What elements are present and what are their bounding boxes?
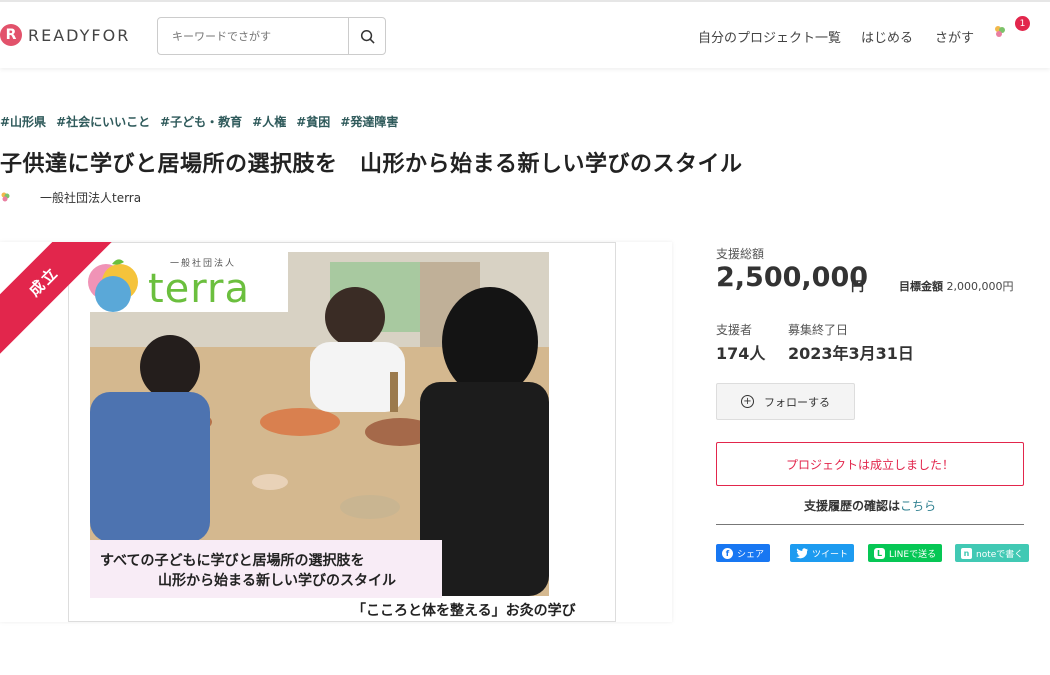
line-share-button[interactable]: L LINEで送る [868, 544, 943, 562]
project-visual: 成立 一般社団法人 terra すべての子どもに学びと居場所の選択肢を 山形から… [0, 242, 672, 622]
follow-button[interactable]: + フォローする [716, 383, 855, 420]
project-success-message: プロジェクトは成立しました！ [716, 442, 1024, 486]
nav-my-projects[interactable]: 自分のプロジェクト一覧 [698, 27, 841, 46]
deadline-date: 2023年3月31日 [788, 344, 914, 363]
search-box [157, 17, 386, 55]
tag-education[interactable]: #子ども・教育 [160, 113, 242, 130]
goal-value: 2,000,000円 [946, 280, 1014, 293]
site-header: R READYFOR 自分のプロジェクト一覧 はじめる さがす 1 [0, 0, 1050, 68]
divider [716, 524, 1024, 525]
photo-caption-box: すべての子どもに学びと居場所の選択肢を 山形から始まる新しい学びのスタイル [90, 540, 442, 598]
twitter-share-button[interactable]: ツイート [790, 544, 855, 562]
total-amount: 2,500,000 [716, 262, 869, 293]
facebook-share-button[interactable]: f シェア [716, 544, 771, 562]
tag-poverty[interactable]: #貧困 [296, 113, 330, 130]
total-label: 支援総額 [716, 247, 765, 261]
twitter-share-label: ツイート [812, 549, 849, 560]
deadline-label: 募集終了日 [788, 323, 849, 337]
goal-label: 目標金額 [899, 280, 943, 293]
history-link[interactable]: こちら [900, 499, 936, 513]
note-share-label: noteで書く [976, 549, 1024, 560]
twitter-bird-icon [796, 547, 808, 558]
history-text: 支援履歴の確認は [803, 499, 900, 513]
terra-logo-icon [88, 259, 138, 312]
support-history: 支援履歴の確認はこちら [716, 497, 1024, 514]
readyfor-logo-mark-icon: R [0, 24, 22, 46]
tag-developmental-disability[interactable]: #発達障害 [340, 113, 398, 130]
tag-human-rights[interactable]: #人権 [252, 113, 286, 130]
caption-line-2: 山形から始まる新しい学びのスタイル [158, 573, 396, 589]
caption-line-1: すべての子どもに学びと居場所の選択肢を [100, 553, 365, 569]
tag-yamagata[interactable]: #山形県 [0, 113, 46, 130]
notification-badge[interactable]: 1 [1015, 16, 1030, 31]
line-share-label: LINEで送る [889, 549, 937, 560]
facebook-share-label: シェア [737, 549, 765, 560]
project-title: 子供達に学びと居場所の選択肢を 山形から始まる新しい学びのスタイル [0, 152, 743, 177]
terra-wordmark: terra [148, 266, 250, 312]
search-button[interactable] [348, 18, 385, 54]
plus-circle-icon: + [741, 395, 754, 408]
tag-social-good[interactable]: #社会にいいこと [56, 113, 150, 130]
owner-name: 一般社団法人terra [40, 191, 142, 205]
terra-logo-box: 一般社団法人 terra [82, 250, 288, 312]
total-unit: 円 [851, 280, 865, 295]
follow-label: フォローする [764, 395, 830, 409]
nav-start[interactable]: はじめる [861, 27, 913, 46]
project-owner[interactable]: 一般社団法人terra [0, 189, 141, 206]
readyfor-logo[interactable]: R READYFOR [0, 24, 130, 46]
facebook-icon: f [722, 547, 733, 559]
supporters-count: 174人 [716, 344, 766, 363]
line-icon: L [874, 547, 885, 559]
user-avatar-icon[interactable] [993, 24, 1007, 38]
logo-text: READYFOR [28, 25, 131, 45]
search-icon [360, 29, 375, 44]
goal-amount: 目標金額 2,000,000円 [899, 278, 1013, 294]
note-share-button[interactable]: n noteで書く [955, 544, 1030, 562]
supporters-label: 支援者 [716, 323, 753, 337]
owner-avatar-icon [1, 192, 10, 201]
tag-list: #山形県 #社会にいいこと #子ども・教育 #人権 #貧困 #発達障害 [0, 113, 398, 130]
caption-bottom: 「こころと体を整える」お灸の学び [352, 603, 576, 619]
search-input[interactable] [158, 18, 348, 54]
note-icon: n [961, 547, 972, 559]
nav-search[interactable]: さがす [935, 27, 974, 46]
